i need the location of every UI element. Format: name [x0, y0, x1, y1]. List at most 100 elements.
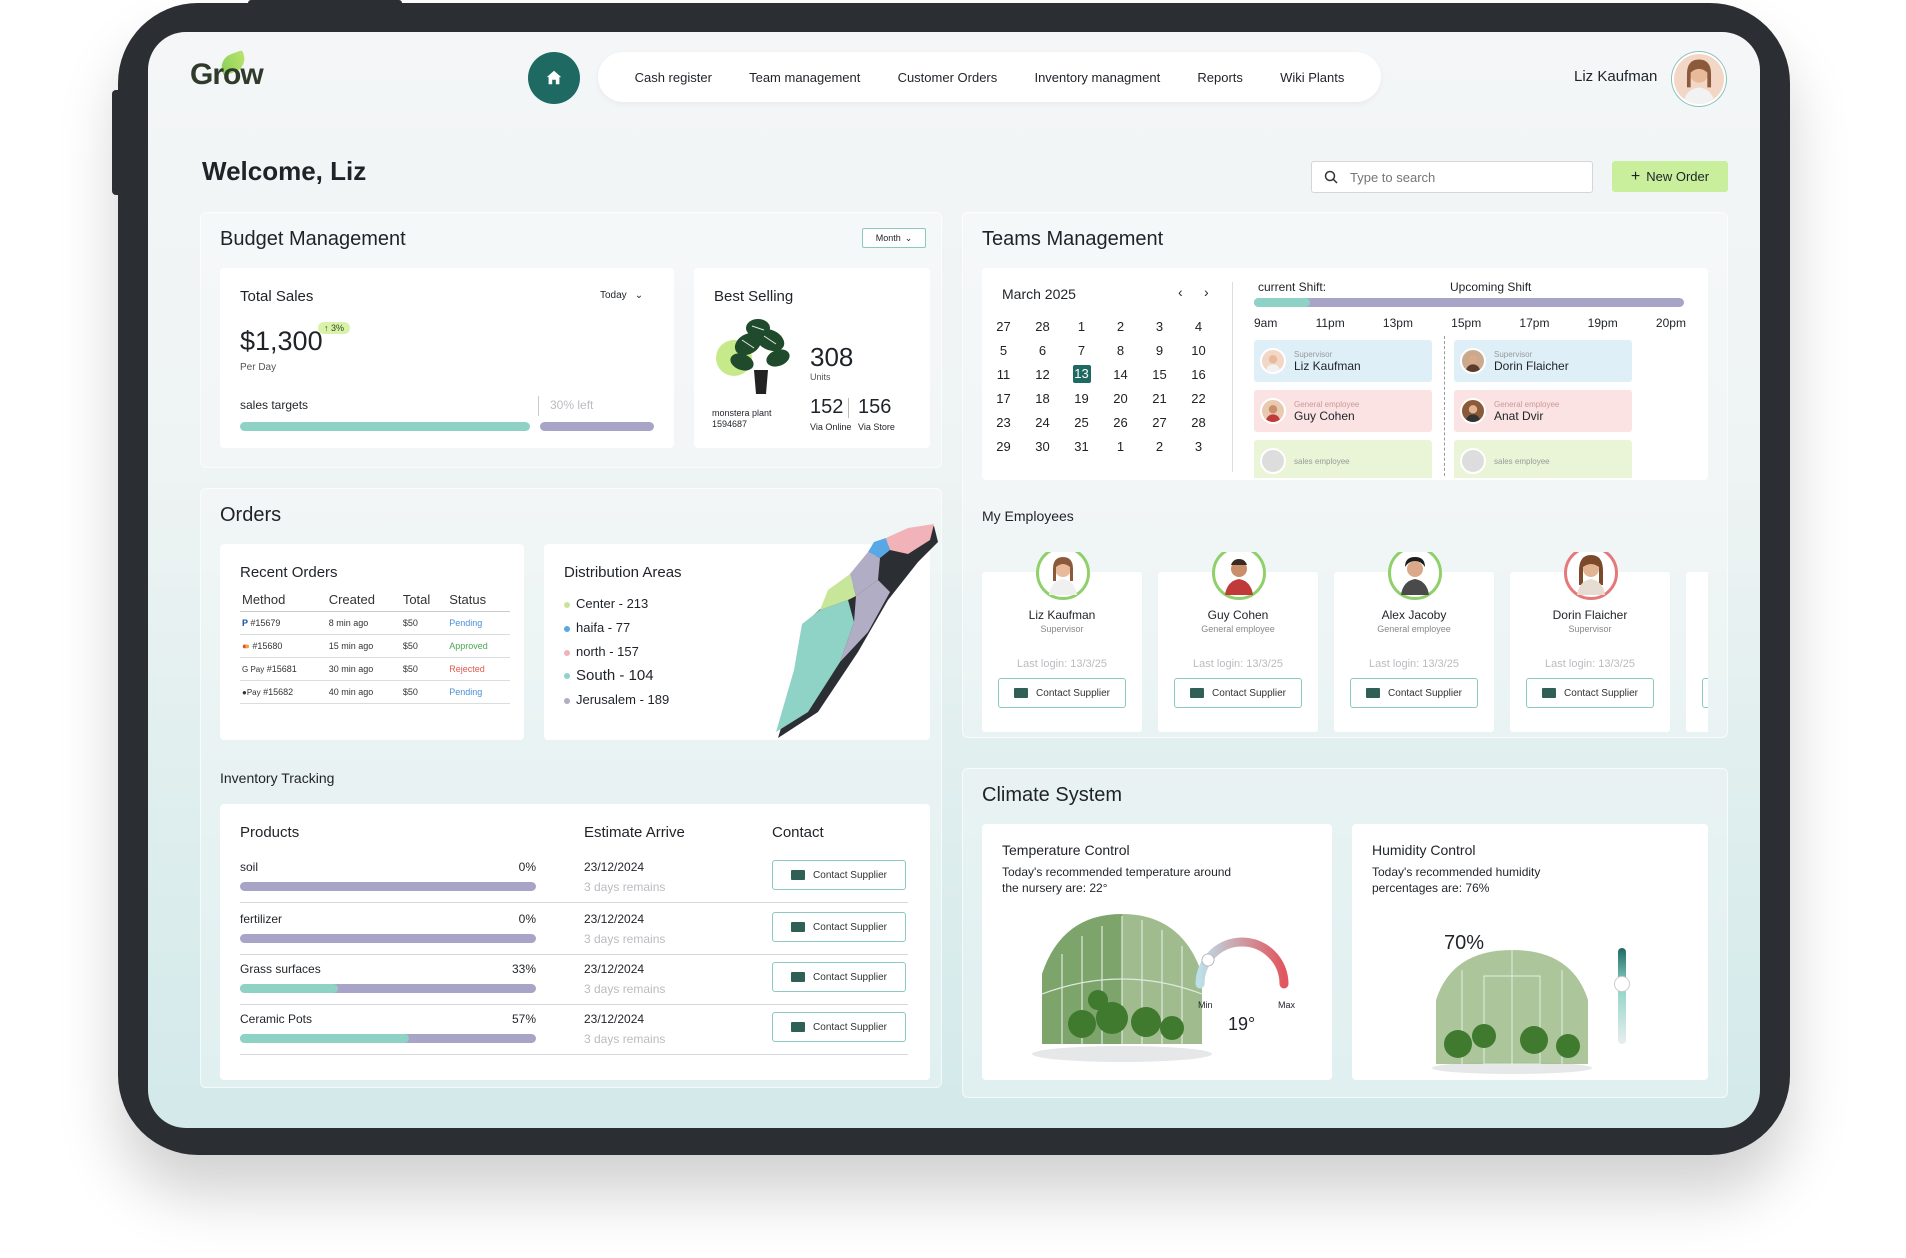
- calendar-day[interactable]: 5: [984, 338, 1023, 362]
- tablet-top-button: [320, 0, 402, 6]
- col-created[interactable]: Created: [326, 588, 401, 612]
- search-box[interactable]: [1311, 161, 1593, 193]
- col-status[interactable]: Status: [447, 588, 510, 612]
- contact-supplier-button[interactable]: Contact Supplier: [998, 678, 1126, 708]
- shift-times: 9am 11pm 13pm 15pm 17pm 19pm 20pm: [1254, 316, 1686, 330]
- inventory-progress: [240, 882, 536, 891]
- employees-carousel: Liz Kaufman Supervisor Last login: 13/3/…: [982, 552, 1708, 732]
- contact-supplier-button[interactable]: Contact Supplier: [772, 860, 906, 890]
- employee-card[interactable]: Guy Cohen General employee Last login: 1…: [1158, 552, 1318, 732]
- temperature-gauge[interactable]: [1192, 934, 1292, 994]
- calendar-day[interactable]: 17: [984, 386, 1023, 410]
- col-total[interactable]: Total: [400, 588, 448, 612]
- humidity-slider-handle[interactable]: [1614, 976, 1630, 992]
- table-row[interactable]: P #15679 8 min ago $50 Pending: [240, 611, 510, 635]
- calendar-day[interactable]: 2: [1140, 434, 1179, 458]
- calendar-day[interactable]: 28: [1023, 314, 1062, 338]
- calendar-day[interactable]: 22: [1179, 386, 1218, 410]
- nav-wiki-plants[interactable]: Wiki Plants: [1280, 70, 1344, 85]
- arrow-up-icon: ↑: [324, 323, 332, 333]
- shift-card[interactable]: Supervisor Liz Kaufman: [1254, 340, 1432, 382]
- calendar-day[interactable]: 29: [984, 434, 1023, 458]
- employee-card-partial[interactable]: [1686, 572, 1708, 732]
- calendar-day[interactable]: 21: [1140, 386, 1179, 410]
- calendar-day[interactable]: 20: [1101, 386, 1140, 410]
- calendar-day[interactable]: 3: [1179, 434, 1218, 458]
- calendar-day[interactable]: 9: [1140, 338, 1179, 362]
- table-row[interactable]: ●Pay #15682 40 min ago $50 Pending: [240, 680, 510, 704]
- calendar-day[interactable]: 19: [1062, 386, 1101, 410]
- budget-period-select[interactable]: Month ⌄: [862, 228, 926, 248]
- shift-card[interactable]: sales employee: [1454, 440, 1632, 478]
- status-badge: Pending: [447, 611, 510, 635]
- sales-range-select[interactable]: Today ⌄: [600, 290, 643, 301]
- last-login: Last login: 13/3/25: [1193, 658, 1283, 670]
- calendar-day-selected[interactable]: 13: [1062, 362, 1101, 386]
- employee-card[interactable]: Dorin Flaicher Supervisor Last login: 13…: [1510, 552, 1670, 732]
- calendar-day[interactable]: 2: [1101, 314, 1140, 338]
- calendar-day[interactable]: 30: [1023, 434, 1062, 458]
- calendar-day[interactable]: 4: [1179, 314, 1218, 338]
- calendar-day[interactable]: 24: [1023, 410, 1062, 434]
- calendar-day[interactable]: 14: [1101, 362, 1140, 386]
- nav-cash-register[interactable]: Cash register: [635, 70, 712, 85]
- legend-item: Jerusalem - 189: [564, 688, 669, 712]
- prev-month-button[interactable]: ‹: [1178, 284, 1183, 300]
- contact-supplier-button[interactable]: [1702, 678, 1708, 708]
- nav-inventory-management[interactable]: Inventory managment: [1034, 70, 1160, 85]
- search-input[interactable]: [1350, 169, 1570, 185]
- shift-card[interactable]: General employee Anat Dvir: [1454, 390, 1632, 432]
- contact-supplier-button[interactable]: Contact Supplier: [1526, 678, 1654, 708]
- calendar-day[interactable]: 6: [1023, 338, 1062, 362]
- calendar-day[interactable]: 16: [1179, 362, 1218, 386]
- nav-customer-orders[interactable]: Customer Orders: [898, 70, 998, 85]
- contact-supplier-button[interactable]: Contact Supplier: [1174, 678, 1302, 708]
- home-button[interactable]: [528, 52, 580, 104]
- calendar-day[interactable]: 11: [984, 362, 1023, 386]
- contact-supplier-button[interactable]: Contact Supplier: [1350, 678, 1478, 708]
- calendar-day[interactable]: 23: [984, 410, 1023, 434]
- calendar-day[interactable]: 18: [1023, 386, 1062, 410]
- employee-card[interactable]: Alex Jacoby General employee Last login:…: [1334, 552, 1494, 732]
- calendar-day[interactable]: 15: [1140, 362, 1179, 386]
- nav-team-management[interactable]: Team management: [749, 70, 860, 85]
- calendar-day[interactable]: 25: [1062, 410, 1101, 434]
- calendar-day[interactable]: 27: [984, 314, 1023, 338]
- humidity-card: Humidity Control Today's recommended hum…: [1352, 824, 1708, 1080]
- calendar-day[interactable]: 28: [1179, 410, 1218, 434]
- distribution-map[interactable]: [708, 512, 948, 762]
- calendar-day[interactable]: 3: [1140, 314, 1179, 338]
- shift-card[interactable]: sales employee: [1254, 440, 1432, 478]
- col-method[interactable]: Method: [240, 588, 327, 612]
- sales-target-progress-done: [240, 422, 530, 431]
- shift-card[interactable]: General employee Guy Cohen: [1254, 390, 1432, 432]
- avatar: [1212, 552, 1266, 600]
- new-order-button[interactable]: + New Order: [1612, 161, 1728, 192]
- employee-name: Alex Jacoby: [1381, 608, 1447, 622]
- contact-supplier-button[interactable]: Contact Supplier: [772, 912, 906, 942]
- nav-reports[interactable]: Reports: [1197, 70, 1243, 85]
- calendar-day[interactable]: 10: [1179, 338, 1218, 362]
- calendar-day[interactable]: 8: [1101, 338, 1140, 362]
- contact-supplier-button[interactable]: Contact Supplier: [772, 1012, 906, 1042]
- calendar-day[interactable]: 1: [1062, 314, 1101, 338]
- humidity-slider-track[interactable]: [1618, 948, 1626, 1044]
- calendar-day[interactable]: 26: [1101, 410, 1140, 434]
- contact-supplier-button[interactable]: Contact Supplier: [772, 962, 906, 992]
- calendar-grid: 27 28 1 2 3 4 5 6 7 8 9 10 11 12 13 14 15 16 17 18 19 20 21…: [984, 314, 1218, 458]
- calendar-day[interactable]: 31: [1062, 434, 1101, 458]
- table-row[interactable]: G Pay #15681 30 min ago $50 Rejected: [240, 657, 510, 681]
- calendar-day[interactable]: 12: [1023, 362, 1062, 386]
- calendar-day[interactable]: 1: [1101, 434, 1140, 458]
- inventory-item-pct: 0%: [518, 860, 536, 874]
- google-pay-icon: G Pay: [242, 665, 265, 674]
- shift-card[interactable]: Supervisor Dorin Flaicher: [1454, 340, 1632, 382]
- employee-card[interactable]: Liz Kaufman Supervisor Last login: 13/3/…: [982, 552, 1142, 732]
- calendar-day[interactable]: 7: [1062, 338, 1101, 362]
- calendar-day[interactable]: 27: [1140, 410, 1179, 434]
- app-logo[interactable]: Grow: [190, 50, 264, 92]
- table-row[interactable]: ●● #15680 15 min ago $50 Approved: [240, 634, 510, 658]
- temperature-card: Temperature Control Today's recommended …: [982, 824, 1332, 1080]
- next-month-button[interactable]: ›: [1204, 284, 1209, 300]
- user-avatar[interactable]: [1672, 52, 1726, 106]
